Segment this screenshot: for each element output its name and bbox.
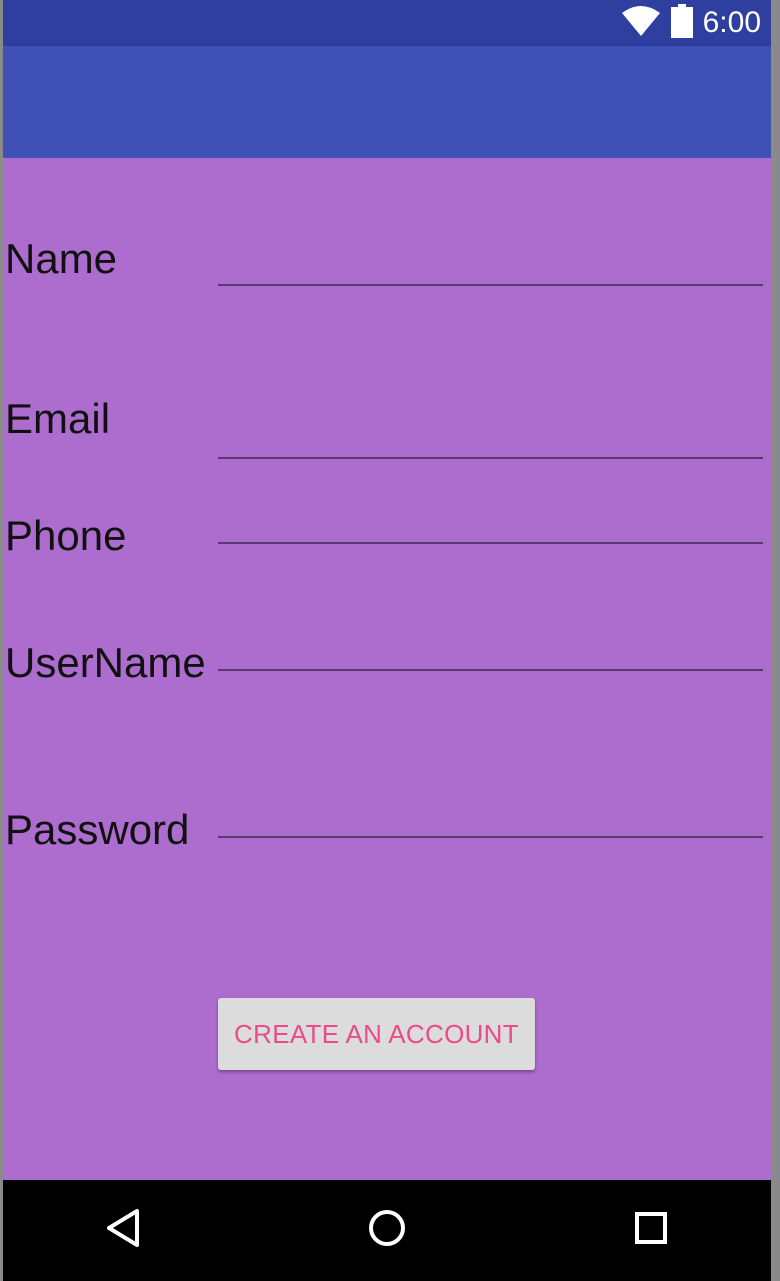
- email-field[interactable]: [218, 409, 763, 459]
- recents-button[interactable]: [626, 1205, 676, 1255]
- home-icon: [367, 1208, 407, 1252]
- app-bar: [3, 46, 771, 158]
- status-bar: 6:00: [3, 0, 771, 46]
- phone-field[interactable]: [218, 494, 763, 544]
- username-label: UserName: [5, 639, 206, 686]
- password-field[interactable]: [218, 788, 763, 838]
- home-button[interactable]: [362, 1205, 412, 1255]
- create-account-button[interactable]: CREATE AN ACCOUNT: [218, 998, 535, 1070]
- back-icon: [103, 1208, 143, 1252]
- status-indicators: 6:00: [621, 0, 761, 46]
- status-time: 6:00: [702, 6, 761, 39]
- battery-icon: [670, 4, 693, 42]
- recents-icon: [631, 1208, 671, 1252]
- back-button[interactable]: [98, 1205, 148, 1255]
- navigation-bar: [3, 1180, 771, 1281]
- email-label: Email: [5, 395, 111, 442]
- name-field[interactable]: [218, 236, 763, 286]
- wifi-icon: [621, 5, 661, 41]
- name-label: Name: [5, 235, 118, 282]
- phone-label: Phone: [5, 512, 127, 559]
- device-screen: 6:00 Name Email Phone UserName Password …: [3, 0, 771, 1281]
- password-label: Password: [5, 806, 190, 853]
- username-field[interactable]: [218, 621, 763, 671]
- signup-form: Name Email Phone UserName Password CREAT…: [3, 158, 771, 1180]
